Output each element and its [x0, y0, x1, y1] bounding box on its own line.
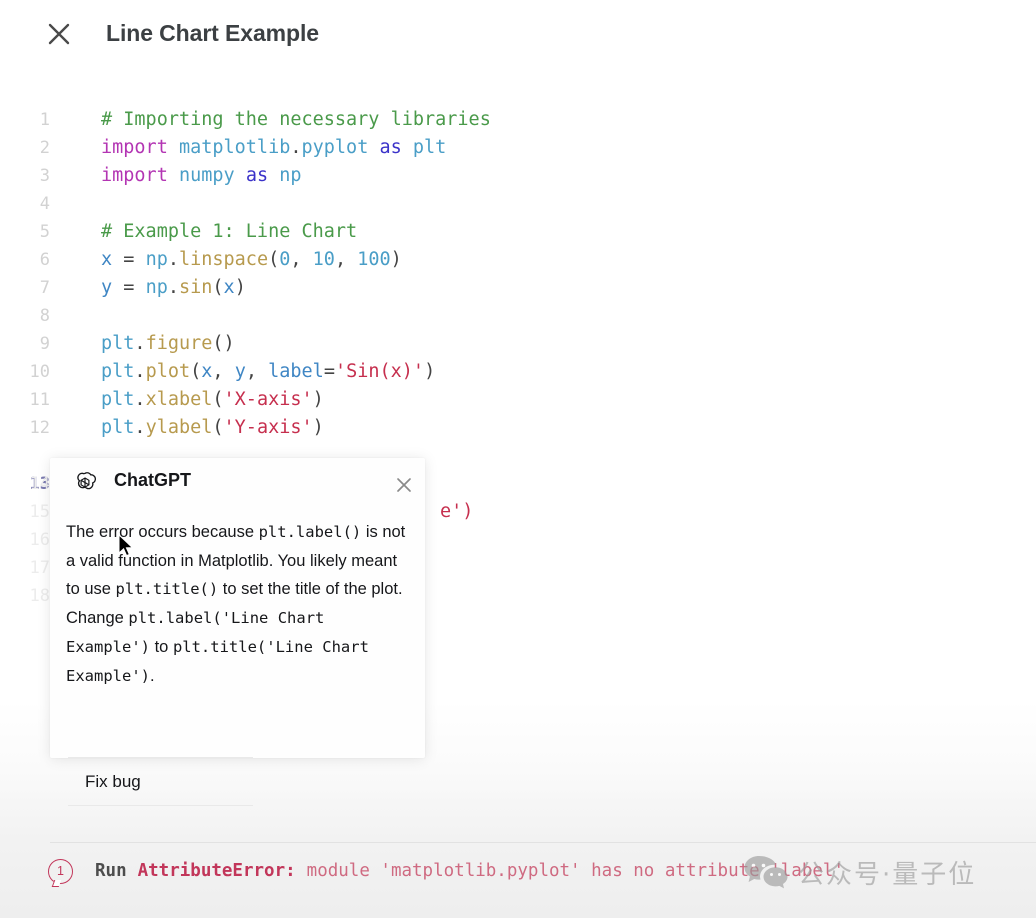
- code-line[interactable]: 1 # Importing the necessary libraries: [0, 106, 1036, 134]
- page-title: Line Chart Example: [106, 20, 319, 47]
- code-line-content: # Example 1: Line Chart: [101, 218, 357, 246]
- line-number: 17: [0, 554, 50, 582]
- line-number: 16: [0, 526, 50, 554]
- code-line-content: y = np.sin(x): [101, 274, 246, 302]
- line-number: 8: [0, 302, 50, 330]
- popup-header: ChatGPT: [50, 458, 425, 510]
- fix-bug-menu-item[interactable]: Fix bug: [68, 758, 253, 805]
- code-line-content: plt.xlabel('X-axis'): [101, 386, 324, 414]
- code-line[interactable]: 8: [0, 302, 1036, 330]
- code-line-content: x = np.linspace(0, 10, 100): [101, 246, 402, 274]
- error-status-bar[interactable]: 1 Run AttributeError: module 'matplotlib…: [0, 848, 1036, 894]
- error-message-text: module 'matplotlib.pyplot' has no attrib…: [307, 861, 844, 881]
- line-number: 10: [0, 358, 50, 386]
- code-line-content: import numpy as np: [101, 162, 302, 190]
- code-line[interactable]: 12 plt.ylabel('Y-axis'): [0, 414, 1036, 442]
- app-root: Line Chart Example 1 # Importing the nece…: [0, 0, 1036, 918]
- code-line[interactable]: 7 y = np.sin(x): [0, 274, 1036, 302]
- code-line-content: import matplotlib.pyplot as plt: [101, 134, 446, 162]
- close-icon[interactable]: [391, 472, 417, 498]
- code-line[interactable]: 9 plt.figure(): [0, 330, 1036, 358]
- code-line[interactable]: 3 import numpy as np: [0, 162, 1036, 190]
- line-number: 9: [0, 330, 50, 358]
- line-number: 5: [0, 218, 50, 246]
- code-line-content: plt.plot(x, y, label='Sin(x)'): [101, 358, 435, 386]
- line-number: 12: [0, 414, 50, 442]
- code-line-content: plt.ylabel('Y-axis'): [101, 414, 324, 442]
- popup-message-text: The error occurs because plt.label() is …: [66, 518, 415, 690]
- line-number: 15: [0, 498, 50, 526]
- inline-code: plt.label(): [259, 523, 362, 541]
- line-number: 4: [0, 190, 50, 218]
- message-text: .: [150, 667, 155, 685]
- code-line[interactable]: 11 plt.xlabel('X-axis'): [0, 386, 1036, 414]
- code-line-content: plt.figure(): [101, 330, 235, 358]
- code-line[interactable]: 4: [0, 190, 1036, 218]
- error-type-label: AttributeError:: [138, 861, 296, 881]
- line-number: 14: [0, 470, 50, 498]
- line-number: 3: [0, 162, 50, 190]
- message-text: to: [150, 638, 173, 656]
- inline-code: plt.title(): [116, 580, 219, 598]
- code-line[interactable]: 2 import matplotlib.pyplot as plt: [0, 134, 1036, 162]
- error-count-badge[interactable]: 1: [48, 859, 73, 884]
- popup-title: ChatGPT: [114, 470, 191, 491]
- run-label: Run: [95, 861, 127, 881]
- code-line[interactable]: 6 x = np.linspace(0, 10, 100): [0, 246, 1036, 274]
- message-text: The error occurs because: [66, 523, 259, 541]
- openai-logo-icon: [72, 470, 98, 496]
- menu-divider-bottom: [68, 805, 253, 806]
- line-number: 1: [0, 106, 50, 134]
- code-line[interactable]: 10 plt.plot(x, y, label='Sin(x)'): [0, 358, 1036, 386]
- code-line[interactable]: 5 # Example 1: Line Chart: [0, 218, 1036, 246]
- error-bar-divider: [50, 842, 1036, 843]
- line-number: 2: [0, 134, 50, 162]
- line-number: 11: [0, 386, 50, 414]
- header-bar: Line Chart Example: [0, 0, 1036, 72]
- line-number: 7: [0, 274, 50, 302]
- line-number: 18: [0, 582, 50, 610]
- close-icon[interactable]: [43, 18, 75, 50]
- fix-bug-menu[interactable]: Fix bug: [68, 757, 253, 806]
- line-number: 6: [0, 246, 50, 274]
- chatgpt-popup[interactable]: ChatGPT The error occurs because plt.lab…: [50, 458, 425, 758]
- code-line-content: # Importing the necessary libraries: [101, 106, 491, 134]
